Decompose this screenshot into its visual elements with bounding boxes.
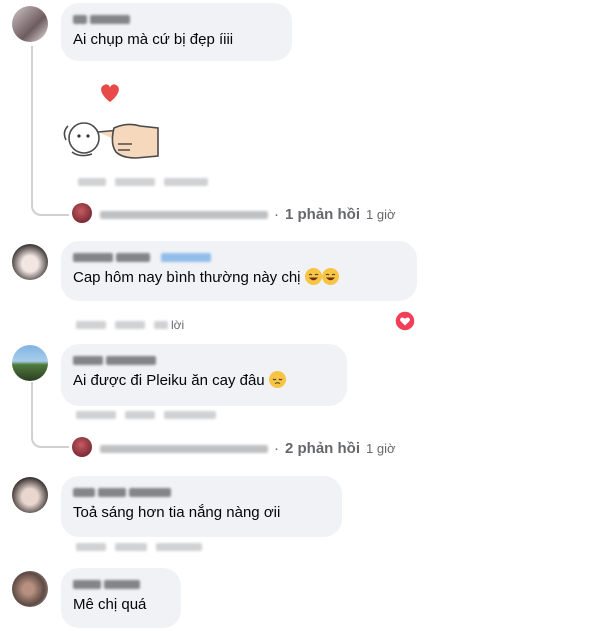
comment-actions: lời bbox=[76, 318, 184, 332]
comment-text: Ai chụp mà cứ bị đẹp íiii bbox=[73, 31, 234, 48]
time-label bbox=[76, 411, 116, 419]
laughing-emoji-icon bbox=[304, 268, 322, 285]
avatar[interactable] bbox=[12, 571, 48, 607]
time-label bbox=[164, 178, 208, 186]
avatar[interactable] bbox=[12, 477, 48, 513]
reply-count[interactable]: 1 phản hồi bbox=[285, 206, 360, 223]
like-action[interactable] bbox=[78, 178, 106, 186]
comment-actions bbox=[76, 543, 202, 551]
heart-reaction-icon[interactable] bbox=[394, 310, 416, 332]
comment-bubble: Ai được đi Pleiku ăn cay đâu bbox=[61, 344, 347, 406]
time-label bbox=[76, 543, 106, 551]
comment-text: Mê chị quá bbox=[73, 596, 147, 613]
avatar[interactable] bbox=[12, 345, 48, 381]
comment-bubble: Mê chị quá bbox=[61, 568, 181, 628]
reply-time: 1 giờ bbox=[366, 441, 396, 456]
reply-avatar[interactable] bbox=[72, 437, 92, 457]
reply-avatar[interactable] bbox=[72, 203, 92, 223]
reply-action[interactable]: lời bbox=[154, 318, 184, 332]
comment-actions bbox=[76, 411, 216, 419]
like-action[interactable] bbox=[115, 321, 145, 329]
reply-action[interactable] bbox=[115, 178, 155, 186]
view-replies[interactable]: · 1 phản hồi 1 giờ bbox=[100, 206, 396, 223]
pensive-emoji-icon bbox=[268, 371, 286, 388]
comment-text: Ai được đi Pleiku ăn cay đâu bbox=[73, 371, 335, 391]
commenter-name[interactable] bbox=[73, 484, 330, 500]
time-label bbox=[76, 321, 106, 329]
commenter-name[interactable] bbox=[73, 249, 405, 265]
view-replies[interactable]: · 2 phản hồi 1 giờ bbox=[100, 440, 396, 457]
thread-curve bbox=[31, 196, 69, 216]
commenter-name[interactable] bbox=[73, 352, 335, 368]
comment-actions bbox=[78, 178, 208, 186]
thread-line bbox=[31, 46, 33, 206]
like-action[interactable] bbox=[115, 543, 147, 551]
avatar[interactable] bbox=[12, 6, 48, 42]
reply-count[interactable]: 2 phản hồi bbox=[285, 440, 360, 457]
thread-line bbox=[31, 382, 33, 434]
comment-text: Cap hôm nay bình thường này chị bbox=[73, 268, 405, 288]
heart-icon bbox=[101, 84, 119, 102]
reply-action[interactable] bbox=[164, 411, 216, 419]
avatar[interactable] bbox=[12, 244, 48, 280]
commenter-name[interactable] bbox=[73, 11, 280, 27]
like-action[interactable] bbox=[125, 411, 155, 419]
comment-bubble: Ai chụp mà cứ bị đẹp íiii bbox=[61, 3, 292, 61]
comment-text: Toả sáng hơn tia nắng nàng ơii bbox=[73, 504, 281, 521]
laughing-emoji-icon bbox=[321, 268, 339, 285]
pointing-hand-sticker bbox=[58, 82, 162, 164]
comment-bubble: Cap hôm nay bình thường này chị bbox=[61, 241, 417, 301]
reply-action[interactable] bbox=[156, 543, 202, 551]
thread-curve bbox=[31, 428, 69, 448]
reply-time: 1 giờ bbox=[366, 207, 396, 222]
commenter-name[interactable] bbox=[73, 576, 169, 592]
comment-bubble: Toả sáng hơn tia nắng nàng ơii bbox=[61, 476, 342, 537]
